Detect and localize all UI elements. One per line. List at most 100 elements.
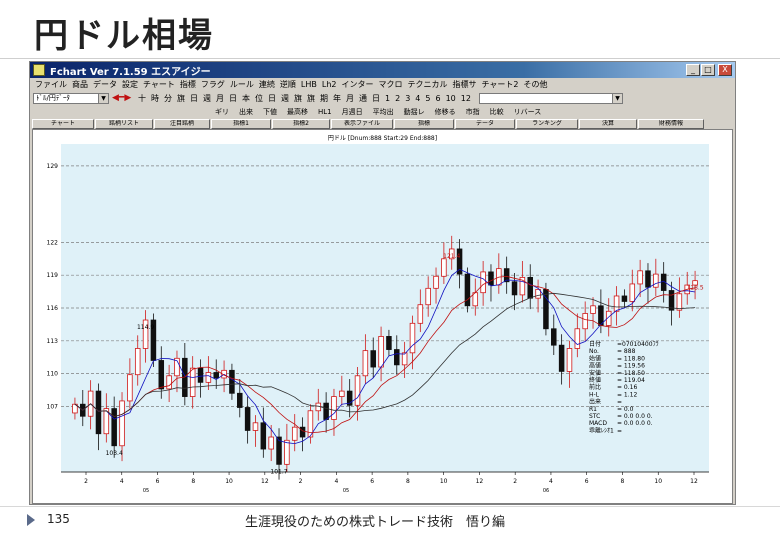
candle-body[interactable]	[205, 372, 212, 383]
menu-item[interactable]: ファイル	[35, 78, 67, 91]
tab-6[interactable]: 指標	[394, 119, 454, 129]
tab-5[interactable]: 表示ファイル	[331, 119, 393, 129]
candle-body[interactable]	[668, 290, 675, 311]
tab-10[interactable]: 財務情報	[638, 119, 704, 129]
candle-body[interactable]	[323, 402, 329, 420]
candle-body[interactable]	[433, 275, 439, 289]
period-button[interactable]: 旗	[177, 94, 185, 103]
number-button[interactable]: 1	[385, 94, 390, 103]
menu-item[interactable]: インター	[342, 78, 374, 91]
nav-arrows-icon[interactable]: ◀━▶	[112, 93, 131, 104]
candle-body[interactable]	[268, 436, 274, 450]
chevron-down-icon[interactable]: ▼	[612, 94, 622, 103]
candle-body[interactable]	[637, 270, 643, 285]
toolbar-button[interactable]: ギリ	[215, 108, 229, 116]
period-button[interactable]: 時	[151, 94, 159, 103]
period-button[interactable]: 日	[372, 94, 380, 103]
candle-body[interactable]	[409, 322, 416, 354]
close-button[interactable]: X	[718, 64, 732, 76]
period-button[interactable]: 十	[138, 94, 146, 103]
candle-body[interactable]	[417, 304, 424, 324]
period-button[interactable]: 週	[203, 94, 211, 103]
number-button[interactable]: 5	[425, 94, 430, 103]
candle-body[interactable]	[590, 305, 596, 314]
tab-9[interactable]: 決算	[579, 119, 637, 129]
candle-body[interactable]	[291, 426, 298, 441]
menu-item[interactable]: 設定	[122, 78, 138, 91]
period-button[interactable]: 期	[320, 94, 328, 103]
candle-body[interactable]	[189, 367, 196, 397]
candle-body[interactable]	[237, 392, 243, 408]
tab-0[interactable]: チャート	[32, 119, 94, 129]
maximize-button[interactable]: □	[701, 64, 715, 76]
menu-item[interactable]: フラグ	[201, 78, 225, 91]
candle-body[interactable]	[386, 336, 392, 350]
menu-item[interactable]: マクロ	[379, 78, 403, 91]
candle-body[interactable]	[127, 374, 133, 402]
candle-body[interactable]	[480, 271, 486, 294]
period-button[interactable]: 分	[164, 94, 172, 103]
period-button[interactable]: 月	[346, 94, 354, 103]
candle-body[interactable]	[244, 407, 251, 431]
menu-item[interactable]: ルール	[230, 78, 254, 91]
candle-body[interactable]	[252, 422, 259, 431]
number-button[interactable]: 3	[405, 94, 410, 103]
candle-body[interactable]	[229, 369, 235, 394]
menu-item[interactable]: 逆順	[280, 78, 296, 91]
tab-1[interactable]: 銘柄リスト	[95, 119, 153, 129]
number-button[interactable]: 12	[461, 94, 471, 103]
candle-body[interactable]	[299, 426, 306, 438]
candle-body[interactable]	[441, 258, 447, 277]
candle-body[interactable]	[394, 349, 400, 366]
candle-body[interactable]	[621, 295, 628, 302]
candle-body[interactable]	[401, 352, 408, 366]
candle-body[interactable]	[527, 276, 533, 299]
toolbar-button[interactable]: 平均出	[373, 108, 394, 116]
candle-body[interactable]	[134, 348, 141, 376]
tab-4[interactable]: 指標2	[272, 119, 330, 129]
period-button[interactable]: 年	[333, 94, 341, 103]
toolbar-button[interactable]: 比較	[490, 108, 504, 116]
candle-body[interactable]	[676, 293, 683, 311]
candle-body[interactable]	[629, 283, 636, 302]
menu-item[interactable]: LHB	[301, 78, 317, 91]
candle-body[interactable]	[284, 439, 290, 465]
period-button[interactable]: 日	[268, 94, 276, 103]
menu-item[interactable]: データ	[93, 78, 117, 91]
menu-item[interactable]: その他	[524, 78, 548, 91]
candle-body[interactable]	[613, 295, 620, 312]
number-button[interactable]: 6	[435, 94, 440, 103]
candle-body[interactable]	[378, 336, 384, 368]
menu-item[interactable]: チャート	[143, 78, 175, 91]
menu-item[interactable]: Lh2	[322, 78, 337, 91]
toolbar-button[interactable]: 修移る	[435, 108, 456, 116]
menu-item[interactable]: 指標	[180, 78, 196, 91]
candle-body[interactable]	[362, 350, 369, 377]
candle-body[interactable]	[370, 350, 376, 368]
chart-panel[interactable]: 円ドル [Dnum:888 Start:29 End:888] 129 122 119…	[32, 129, 733, 504]
candle-body[interactable]	[166, 375, 172, 390]
period-button[interactable]: 月	[216, 94, 224, 103]
menu-item[interactable]: チャート2	[482, 78, 519, 91]
number-button[interactable]: 4	[415, 94, 420, 103]
period-button[interactable]: 日	[229, 94, 237, 103]
window-titlebar[interactable]: Fchart Ver 7.1.59 エスアイジー _ □ X	[30, 62, 735, 78]
period-button[interactable]: 日	[190, 94, 198, 103]
candle-body[interactable]	[551, 328, 557, 346]
candle-body[interactable]	[511, 281, 518, 296]
candle-body[interactable]	[558, 344, 565, 372]
symbol-select[interactable]: ﾄﾞﾙ/円ﾃﾞｰﾀ ▼	[33, 93, 109, 104]
toolbar-button[interactable]: 出来	[239, 108, 253, 116]
candle-body[interactable]	[213, 372, 219, 379]
toolbar-button[interactable]: 動揺レ	[404, 108, 425, 116]
number-button[interactable]: 2	[395, 94, 400, 103]
candle-body[interactable]	[574, 328, 581, 349]
menu-item[interactable]: 商品	[72, 78, 88, 91]
candle-body[interactable]	[111, 408, 117, 447]
candle-body[interactable]	[339, 390, 345, 397]
candle-body[interactable]	[653, 273, 659, 288]
candle-body[interactable]	[425, 287, 431, 306]
candle-body[interactable]	[488, 271, 494, 286]
candle-body[interactable]	[566, 348, 573, 372]
candle-body[interactable]	[260, 422, 267, 450]
